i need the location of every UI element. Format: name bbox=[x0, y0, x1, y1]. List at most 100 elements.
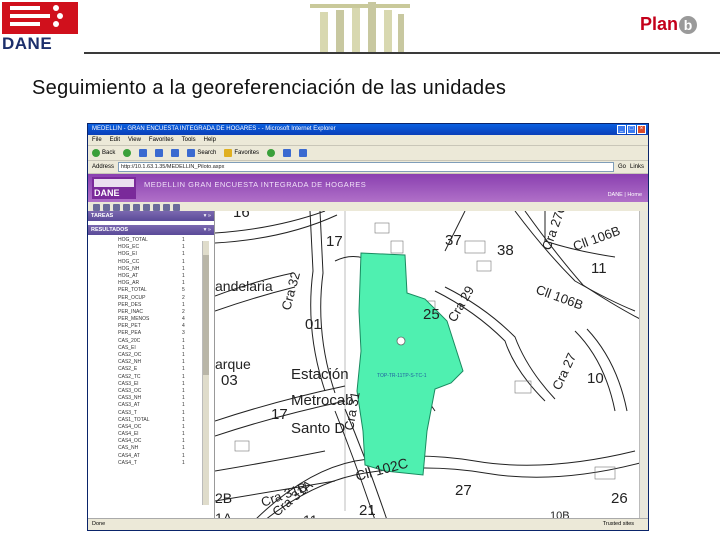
map-label: 17 bbox=[326, 233, 343, 250]
home-button[interactable] bbox=[171, 149, 180, 157]
stop-icon bbox=[139, 149, 148, 157]
stop-button[interactable] bbox=[139, 149, 148, 157]
result-field-value: 1 bbox=[182, 301, 185, 308]
result-row[interactable]: HOG_AT 1 bbox=[118, 273, 188, 280]
menu-help[interactable]: Help bbox=[204, 135, 216, 145]
result-row[interactable]: HOG_TOTAL 1 bbox=[118, 237, 188, 244]
result-row[interactable]: HOG_EI 1 bbox=[118, 251, 188, 258]
result-row[interactable]: CAS_EI 1 bbox=[118, 345, 188, 352]
menu-favorites[interactable]: Favorites bbox=[149, 135, 174, 145]
close-button[interactable]: × bbox=[637, 125, 646, 134]
result-row[interactable]: CAS4_OC 1 bbox=[118, 438, 188, 445]
results-scrollbar-thumb[interactable] bbox=[203, 255, 209, 375]
forward-button[interactable] bbox=[123, 149, 132, 157]
menu-tools[interactable]: Tools bbox=[182, 135, 196, 145]
resultados-panel-header[interactable]: RESULTADOS ▾ » bbox=[88, 225, 214, 235]
result-row[interactable]: PER_INAC 2 bbox=[118, 309, 188, 316]
result-field-value: 1 bbox=[182, 265, 185, 272]
back-button[interactable]: Back bbox=[92, 146, 115, 160]
result-field-name: CAS3_OC bbox=[118, 387, 142, 394]
result-row[interactable]: CAS2_TC 1 bbox=[118, 374, 188, 381]
result-row[interactable]: CAS2_OC 1 bbox=[118, 352, 188, 359]
result-row[interactable]: HOG_CC 1 bbox=[118, 259, 188, 266]
result-row[interactable]: CAS4_OC 1 bbox=[118, 424, 188, 431]
identify-icon[interactable] bbox=[153, 203, 160, 211]
result-row[interactable]: CAS3_EI 1 bbox=[118, 381, 188, 388]
minimize-button[interactable]: _ bbox=[617, 125, 626, 134]
address-label: Address bbox=[92, 164, 115, 170]
result-field-name: HOG_AR bbox=[118, 280, 140, 287]
previous-extent-icon[interactable] bbox=[133, 203, 140, 211]
georeferenced-unit-polygon[interactable] bbox=[356, 252, 464, 476]
zoom-in-icon[interactable] bbox=[93, 203, 100, 211]
results-list: HOG_TOTAL 1 HOG_EC 1 HOG_EI 1 HOG_CC 1 HOG_NH 1 HO… bbox=[88, 237, 214, 512]
print-button[interactable] bbox=[299, 149, 308, 157]
go-button[interactable]: Go bbox=[618, 164, 626, 170]
result-row[interactable]: PER_TOTAL 5 bbox=[118, 287, 188, 294]
result-row[interactable]: PER_PET 4 bbox=[118, 323, 188, 330]
next-extent-icon[interactable] bbox=[143, 203, 150, 211]
app-user-links[interactable]: DANE | Home bbox=[608, 192, 642, 198]
address-input[interactable]: http://10.1.63.1.35/MEDELLIN_Piloto.aspx bbox=[118, 162, 614, 172]
result-row[interactable]: PER_OCUP 2 bbox=[118, 295, 188, 302]
links-button[interactable]: Links bbox=[630, 164, 648, 170]
maximize-button[interactable]: □ bbox=[627, 125, 636, 134]
measure-icon[interactable] bbox=[173, 203, 180, 211]
result-row[interactable]: CAS4_AT 1 bbox=[118, 453, 188, 460]
pan-hand-icon[interactable] bbox=[113, 203, 120, 211]
tareas-panel-header[interactable]: TAREAS ▾ » bbox=[88, 211, 214, 221]
result-field-name: CAS3_NH bbox=[118, 395, 142, 402]
result-row[interactable]: CAS2_E 1 bbox=[118, 366, 188, 373]
result-field-value: 4 bbox=[182, 316, 185, 323]
menu-edit[interactable]: Edit bbox=[110, 135, 120, 145]
select-icon[interactable] bbox=[163, 203, 170, 211]
map-canvas[interactable]: TOP-TR-11TP-S-TC-1 16 17 37 38 11 Cll 10… bbox=[215, 211, 648, 520]
result-field-value: 1 bbox=[182, 344, 185, 351]
result-row[interactable]: CAS3_NH 1 bbox=[118, 395, 188, 402]
results-scrollbar[interactable] bbox=[202, 241, 209, 505]
map-label: arque bbox=[215, 356, 251, 372]
result-field-value: 1 bbox=[182, 445, 185, 452]
result-row[interactable]: CAS4_EI 1 bbox=[118, 431, 188, 438]
result-row[interactable]: PER_MENOS 4 bbox=[118, 316, 188, 323]
favorites-button[interactable]: Favorites bbox=[224, 146, 259, 160]
address-bar: Address http://10.1.63.1.35/MEDELLIN_Pil… bbox=[88, 161, 648, 174]
result-field-name: HOG_AT bbox=[118, 272, 139, 279]
tareas-collapse-icon[interactable]: ▾ » bbox=[204, 211, 211, 221]
result-row[interactable]: CAS4_T 1 bbox=[118, 460, 188, 467]
result-row[interactable]: HOG_EC 1 bbox=[118, 244, 188, 251]
back-label: Back bbox=[102, 150, 116, 156]
map-view[interactable]: TOP-TR-11TP-S-TC-1 16 17 37 38 11 Cll 10… bbox=[215, 211, 648, 520]
result-row[interactable]: CAS3_T 1 bbox=[118, 410, 188, 417]
result-field-value: 1 bbox=[182, 280, 185, 287]
map-marker-icon[interactable] bbox=[396, 336, 406, 346]
result-row[interactable]: CAS_20C 1 bbox=[118, 338, 188, 345]
result-field-name: HOG_CC bbox=[118, 258, 140, 265]
result-row[interactable]: CAS2_NH 1 bbox=[118, 359, 188, 366]
full-extent-icon[interactable] bbox=[123, 203, 130, 211]
map-scrollbar[interactable] bbox=[639, 211, 648, 520]
result-row[interactable]: HOG_NH 1 bbox=[118, 266, 188, 273]
result-field-name: CAS2_E bbox=[118, 366, 138, 373]
result-row[interactable]: PER_DES 1 bbox=[118, 302, 188, 309]
result-row[interactable]: HOG_AR 1 bbox=[118, 280, 188, 287]
result-field-name: PER_TOTAL bbox=[118, 287, 147, 294]
result-row[interactable]: CAS3_AT 1 bbox=[118, 402, 188, 409]
history-button[interactable] bbox=[267, 149, 276, 157]
mail-button[interactable] bbox=[283, 149, 292, 157]
result-field-name: CAS3_T bbox=[118, 409, 137, 416]
result-row[interactable]: CAS_NH 1 bbox=[118, 445, 188, 452]
polygon-label: TOP-TR-11TP-S-TC-1 bbox=[377, 373, 427, 379]
search-label: Search bbox=[197, 150, 217, 156]
resultados-collapse-icon[interactable]: ▾ » bbox=[204, 225, 211, 235]
result-row[interactable]: CAS3_OC 1 bbox=[118, 388, 188, 395]
menu-file[interactable]: File bbox=[92, 135, 102, 145]
map-label: 16 bbox=[233, 211, 250, 221]
result-row[interactable]: PER_PEA 3 bbox=[118, 330, 188, 337]
menu-view[interactable]: View bbox=[128, 135, 141, 145]
zoom-out-icon[interactable] bbox=[103, 203, 110, 211]
result-row[interactable]: CAS1_TOTAL 1 bbox=[118, 417, 188, 424]
dane-logo: DANE bbox=[2, 2, 78, 53]
search-button[interactable]: Search bbox=[187, 146, 216, 160]
refresh-button[interactable] bbox=[155, 149, 164, 157]
